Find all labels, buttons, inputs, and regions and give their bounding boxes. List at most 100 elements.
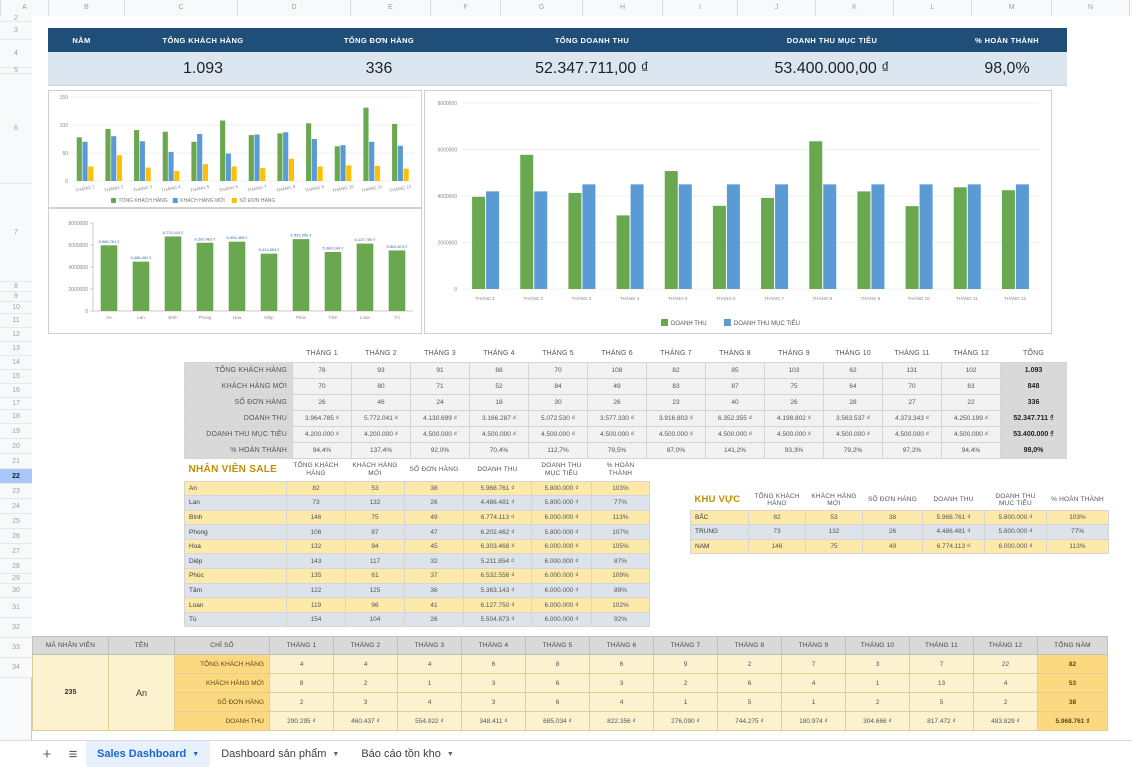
region-cell[interactable]: 146: [748, 538, 806, 555]
row-header-10[interactable]: 10: [0, 302, 32, 314]
detail-cell[interactable]: 1: [653, 692, 718, 712]
table-row[interactable]: TỔNG KHÁCH HÀNG 78 93 91 88 70 108 82 85 103 62 131…: [184, 361, 1067, 379]
monthly-summary-table[interactable]: THÁNG 1 THÁNG 2 THÁNG 3 THÁNG 4 THÁNG 5 THÁNG…: [184, 346, 1067, 459]
monthly-cell[interactable]: 49: [587, 377, 647, 395]
monthly-cell[interactable]: 4.200.000 ₫: [351, 425, 411, 443]
table-row[interactable]: Phong 106 87 47 6.202.462 ₫ 5.800.000 ₫ 107%: [184, 524, 650, 540]
staff-name-cell[interactable]: Phúc: [184, 568, 287, 584]
monthly-cell[interactable]: 93,3%: [764, 441, 824, 459]
chevron-down-icon[interactable]: ▼: [192, 751, 199, 758]
detail-cell[interactable]: 4: [589, 692, 654, 712]
monthly-cell[interactable]: 4.130.699 ₫: [410, 409, 470, 427]
detail-cell[interactable]: 822.356 ₫: [589, 711, 654, 731]
detail-cell[interactable]: 1: [781, 692, 846, 712]
region-table[interactable]: KHU VỰC TỔNG KHÁCH HÀNG KHÁCH HÀNG MỚI SỐ Đ…: [690, 490, 1109, 555]
staff-name-cell[interactable]: Loan: [184, 597, 287, 613]
region-name-cell[interactable]: NAM: [690, 538, 749, 555]
staff-cell[interactable]: 49: [404, 509, 464, 526]
row-header-18[interactable]: 18: [0, 410, 32, 424]
detail-cell[interactable]: 4: [973, 673, 1038, 693]
column-header-i[interactable]: I: [663, 0, 738, 16]
staff-cell[interactable]: 5.800.000 ₫: [531, 524, 592, 540]
column-header-a[interactable]: A: [1, 0, 49, 16]
detail-cell[interactable]: 3: [333, 692, 398, 712]
staff-cell[interactable]: 6.000.000 ₫: [531, 568, 592, 584]
row-header-34[interactable]: 34: [0, 658, 32, 678]
table-row[interactable]: DOANH THU 3.964.785 ₫ 5.772.041 ₫ 4.130.699…: [184, 409, 1067, 427]
monthly-total-cell[interactable]: 336: [1000, 393, 1067, 411]
region-cell[interactable]: 103%: [1046, 509, 1109, 526]
detail-cell[interactable]: 817.472 ₫: [909, 711, 974, 731]
staff-cell[interactable]: 105%: [591, 538, 650, 555]
region-cell[interactable]: 77%: [1046, 524, 1109, 540]
staff-cell[interactable]: 125: [345, 582, 405, 599]
detail-cell[interactable]: 13: [909, 673, 974, 693]
staff-cell[interactable]: 117: [345, 553, 405, 570]
monthly-cell[interactable]: 108: [587, 361, 647, 379]
row-header-17[interactable]: 17: [0, 398, 32, 410]
detail-cell[interactable]: 276.090 ₫: [653, 711, 718, 731]
staff-cell[interactable]: 146: [286, 509, 346, 526]
staff-cell[interactable]: 75: [345, 509, 405, 526]
monthly-cell[interactable]: 87: [705, 377, 765, 395]
staff-cell[interactable]: 94: [345, 538, 405, 555]
row-header-7[interactable]: 7: [0, 184, 32, 282]
detail-cell[interactable]: 1: [845, 673, 910, 693]
staff-name-cell[interactable]: Tú: [184, 611, 287, 628]
row-header-23[interactable]: 23: [0, 484, 32, 499]
kpi-value-year[interactable]: [48, 52, 115, 85]
staff-cell[interactable]: 5.504.873 ₫: [463, 611, 532, 628]
table-row[interactable]: % HOÀN THÀNH 94,4% 137,4% 92,0% 70,4% 112,7% 7…: [184, 441, 1067, 459]
monthly-cell[interactable]: 4.198.802 ₫: [764, 409, 824, 427]
chart-revenue-by-staff[interactable]: 0 2000000 4000000 6000000 8000000 5.968.761 ₫…: [48, 208, 422, 334]
monthly-cell[interactable]: 83: [646, 377, 706, 395]
monthly-cell[interactable]: 22: [941, 393, 1001, 411]
monthly-cell[interactable]: 5.772.041 ₫: [351, 409, 411, 427]
monthly-total-cell[interactable]: 848: [1000, 377, 1067, 395]
table-row[interactable]: DOANH THU 290.295 ₫ 460.437 ₫ 554.922 ₫ 348.…: [33, 711, 1108, 731]
monthly-cell[interactable]: 4.500.000 ₫: [705, 425, 765, 443]
row-header-30[interactable]: 30: [0, 584, 32, 598]
monthly-cell[interactable]: 4.500.000 ₫: [587, 425, 647, 443]
monthly-cell[interactable]: 4.500.000 ₫: [469, 425, 529, 443]
column-header-c[interactable]: C: [125, 0, 238, 16]
staff-name-cell[interactable]: Bình: [184, 509, 287, 526]
monthly-cell[interactable]: 26: [587, 393, 647, 411]
monthly-cell[interactable]: 40: [705, 393, 765, 411]
staff-cell[interactable]: 6.303.468 ₫: [463, 538, 532, 555]
monthly-cell[interactable]: 4.500.000 ₫: [941, 425, 1001, 443]
region-cell[interactable]: 5.968.761 ₫: [922, 509, 985, 526]
kpi-value-total-revenue[interactable]: 52.347.711,00 ₫: [467, 52, 717, 85]
staff-name-cell[interactable]: Phong: [184, 524, 287, 540]
detail-cell[interactable]: 483.829 ₫: [973, 711, 1038, 731]
sheet-tab-bar[interactable]: + ≡ Sales Dashboard ▼ Dashboard sản phẩm ▼ B…: [0, 740, 1132, 767]
add-sheet-icon[interactable]: +: [34, 741, 60, 767]
monthly-cell[interactable]: 52: [469, 377, 529, 395]
staff-cell[interactable]: 154: [286, 611, 346, 628]
staff-cell[interactable]: 107%: [591, 524, 650, 540]
row-header-20[interactable]: 20: [0, 439, 32, 454]
monthly-cell[interactable]: 3.563.537 ₫: [823, 409, 883, 427]
detail-year-total[interactable]: 53: [1037, 673, 1108, 693]
row-header-26[interactable]: 26: [0, 529, 32, 544]
detail-cell[interactable]: 4: [781, 673, 846, 693]
monthly-cell[interactable]: 18: [469, 393, 529, 411]
table-row[interactable]: DOANH THU MỤC TIÊU 4.200.000 ₫ 4.200.000 ₫…: [184, 425, 1067, 443]
detail-cell[interactable]: 6: [461, 654, 526, 674]
monthly-cell[interactable]: 70: [882, 377, 942, 395]
sheet-tab-báo-cáo-tồn-kho[interactable]: Báo cáo tồn kho ▼: [350, 741, 464, 767]
detail-cell[interactable]: 6: [717, 673, 782, 693]
chevron-down-icon[interactable]: ▼: [332, 751, 339, 758]
monthly-cell[interactable]: 87,0%: [646, 441, 706, 459]
detail-cell[interactable]: 4: [397, 692, 462, 712]
chevron-down-icon[interactable]: ▼: [447, 751, 454, 758]
monthly-cell[interactable]: 70,4%: [469, 441, 529, 459]
region-cell[interactable]: 26: [862, 524, 923, 540]
monthly-cell[interactable]: 93: [351, 361, 411, 379]
row-header-4[interactable]: 4: [0, 40, 32, 68]
region-cell[interactable]: 113%: [1046, 538, 1109, 555]
detail-cell[interactable]: 2: [717, 654, 782, 674]
staff-cell[interactable]: 6.774.113 ₫: [463, 509, 532, 526]
staff-cell[interactable]: 6.000.000 ₫: [531, 597, 592, 613]
table-row[interactable]: NAM 146 75 49 6.774.113 ₫ 6.000.000 ₫ 113%: [690, 538, 1109, 555]
